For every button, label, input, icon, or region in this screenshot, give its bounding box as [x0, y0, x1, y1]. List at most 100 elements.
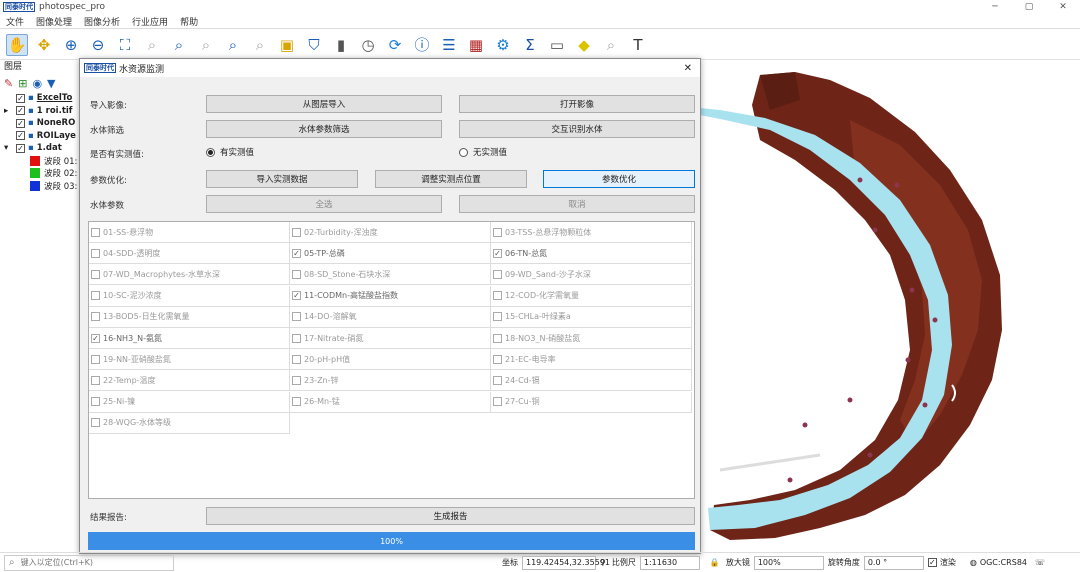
map-tips-icon[interactable]: ⌕ [600, 34, 622, 56]
zoom-out-icon[interactable]: ⊖ [87, 34, 109, 56]
water-param-checkbox[interactable]: 02-Turbidity-浑浊度 [290, 222, 491, 243]
water-param-checkbox[interactable]: 26-Mn-锰 [290, 391, 491, 413]
coord-field[interactable]: 119.42454,32.35591 [522, 555, 610, 570]
identify-icon[interactable]: ▮ [330, 34, 352, 56]
measure-icon[interactable]: ▭ [546, 34, 568, 56]
style-brush-icon[interactable]: ✎ [4, 77, 13, 90]
water-param-checkbox[interactable]: 04-SDD-透明度 [89, 243, 290, 265]
messages-icon[interactable]: ☏ [1035, 558, 1045, 567]
water-param-checkbox[interactable]: ✓ 05-TP-总磷 [290, 243, 491, 265]
water-param-checkbox[interactable]: 27-Cu-铜 [491, 391, 692, 413]
import-from-layer-button[interactable]: 从图层导入 [206, 95, 442, 113]
render-checkbox[interactable]: ✓ [927, 558, 937, 567]
layer-visibility-checkbox[interactable]: ✓ [16, 143, 25, 153]
minimize-button[interactable]: ─ [978, 2, 1012, 12]
water-param-checkbox[interactable]: 17-Nitrate-硝氮 [290, 328, 491, 349]
water-param-checkbox[interactable]: 18-NO3_N-硝酸盐氮 [491, 328, 692, 349]
annotation-icon[interactable]: ◆ [573, 34, 595, 56]
layer-item[interactable]: 波段 03: [0, 180, 79, 193]
water-param-checkbox[interactable]: 14-DO-溶解氧 [290, 306, 491, 328]
layer-item[interactable]: ▸ ✓ ▪ 1 roi.tif [0, 105, 79, 118]
clock-icon[interactable]: ◷ [357, 34, 379, 56]
maximize-button[interactable]: ▢ [1012, 2, 1046, 12]
water-param-checkbox[interactable]: 25-Ni-镍 [89, 391, 290, 413]
water-param-checkbox[interactable]: 15-CHLa-叶绿素a [491, 306, 692, 328]
visibility-eye-icon[interactable]: ◉ [32, 77, 42, 90]
water-param-checkbox[interactable]: 07-WD_Macrophytes-水草水深 [89, 264, 290, 286]
water-param-checkbox[interactable]: 03-TSS-总悬浮物颗粒体 [491, 222, 692, 243]
zoom-native-icon[interactable]: ⌕ [195, 34, 217, 56]
expander-icon[interactable]: ▸ [4, 106, 16, 116]
select-all-button[interactable]: 全选 [206, 195, 442, 213]
layer-item[interactable]: ▾ ✓ ▪ 1.dat [0, 142, 79, 155]
field-calc-icon[interactable]: ▦ [465, 34, 487, 56]
cancel-selection-button[interactable]: 取消 [459, 195, 695, 213]
zoom-next-icon[interactable]: ⌕ [249, 34, 271, 56]
move-icon[interactable]: ✥ [33, 34, 55, 56]
param-optimize-button[interactable]: 参数优化 [543, 170, 695, 188]
magnifier-field[interactable]: 100% [753, 555, 824, 570]
crs-label[interactable]: OGC:CRS84 [980, 558, 1027, 567]
text-icon[interactable]: T [627, 34, 649, 56]
water-param-checkbox[interactable]: 08-SD_Stone-石块水深 [290, 264, 491, 286]
water-param-checkbox[interactable]: 24-Cd-镉 [491, 370, 692, 392]
water-param-checkbox[interactable]: 09-WD_Sand-沙子水深 [491, 264, 692, 286]
statistics-sigma-icon[interactable]: Σ [519, 34, 541, 56]
has-measured-radio[interactable]: 有实测值 [206, 146, 254, 158]
expander-icon[interactable]: ▾ [4, 143, 16, 153]
water-param-checkbox[interactable]: ✓ 11-CODMn-高锰酸盐指数 [290, 285, 491, 307]
map-canvas[interactable] [700, 60, 1080, 552]
zoom-in-icon[interactable]: ⊕ [60, 34, 82, 56]
filter-icon[interactable]: ▼ [47, 77, 55, 90]
layer-visibility-checkbox[interactable]: ✓ [16, 93, 25, 103]
select-feature-icon[interactable]: ⛉ [303, 34, 325, 56]
rotation-field[interactable]: 0.0 ° [863, 555, 924, 570]
interactive-water-identify-button[interactable]: 交互识别水体 [459, 120, 695, 138]
zoom-layer-icon[interactable]: ⌕ [141, 34, 163, 56]
menu-help[interactable]: 帮助 [180, 15, 198, 28]
zoom-select-icon[interactable]: ⌕ [168, 34, 190, 56]
water-param-checkbox[interactable]: 23-Zn-锌 [290, 370, 491, 392]
water-param-filter-button[interactable]: 水体参数筛选 [206, 120, 442, 138]
layer-item[interactable]: ✓ ▪ ExcelTo [0, 92, 79, 105]
layer-item[interactable]: 波段 01: [0, 155, 79, 168]
water-param-checkbox[interactable]: 12-COD-化学需氧量 [491, 285, 692, 307]
water-param-checkbox[interactable]: 13-BOD5-日生化需氧量 [89, 306, 290, 328]
water-param-checkbox[interactable]: 20-pH-pH值 [290, 349, 491, 371]
bookmark-icon[interactable]: ▣ [276, 34, 298, 56]
import-measured-data-button[interactable]: 导入实测数据 [206, 170, 358, 188]
layer-item[interactable]: ✓ ▪ NoneRO [0, 117, 79, 130]
layer-visibility-checkbox[interactable]: ✓ [16, 106, 25, 116]
layer-visibility-checkbox[interactable]: ✓ [16, 131, 25, 141]
water-param-checkbox[interactable]: ✓ 16-NH3_N-氨氮 [89, 328, 290, 349]
close-window-button[interactable]: ✕ [1046, 2, 1080, 12]
menu-image-analysis[interactable]: 图像分析 [84, 15, 120, 28]
no-measured-radio[interactable]: 无实测值 [459, 146, 507, 158]
attribute-table-icon[interactable]: ☰ [438, 34, 460, 56]
scale-field[interactable]: 1:11630 [639, 555, 700, 570]
water-param-checkbox[interactable]: 10-SC-泥沙浓度 [89, 285, 290, 307]
layer-visibility-checkbox[interactable]: ✓ [16, 118, 25, 128]
zoom-last-icon[interactable]: ⌕ [222, 34, 244, 56]
generate-report-button[interactable]: 生成报告 [206, 507, 695, 525]
processing-gear-icon[interactable]: ⚙ [492, 34, 514, 56]
layer-item[interactable]: ✓ ▪ ROILaye [0, 130, 79, 143]
info-icon[interactable]: ⓘ [411, 34, 433, 56]
add-group-icon[interactable]: ⊞ [18, 77, 27, 90]
water-param-checkbox[interactable]: 21-EC-电导率 [491, 349, 692, 371]
dialog-close-button[interactable]: ✕ [684, 63, 692, 74]
water-param-checkbox[interactable]: ✓ 06-TN-总氮 [491, 243, 692, 265]
zoom-full-icon[interactable]: ⛶ [114, 34, 136, 56]
menu-image-processing[interactable]: 图像处理 [36, 15, 72, 28]
layer-item[interactable]: 波段 02: [0, 167, 79, 180]
menu-file[interactable]: 文件 [6, 15, 24, 28]
refresh-icon[interactable]: ⟳ [384, 34, 406, 56]
menu-industry-apps[interactable]: 行业应用 [132, 15, 168, 28]
locator-search-input[interactable]: ⌕ 键入以定位(Ctrl+K) [4, 554, 174, 571]
water-param-checkbox[interactable]: 01-SS-悬浮物 [89, 222, 290, 243]
adjust-measured-points-button[interactable]: 调整实测点位置 [375, 170, 527, 188]
water-param-checkbox[interactable]: 22-Temp-温度 [89, 370, 290, 392]
water-param-checkbox[interactable]: 19-NN-亚硝酸盐氮 [89, 349, 290, 371]
open-image-button[interactable]: 打开影像 [459, 95, 695, 113]
pan-hand-icon[interactable]: ✋ [6, 33, 28, 56]
